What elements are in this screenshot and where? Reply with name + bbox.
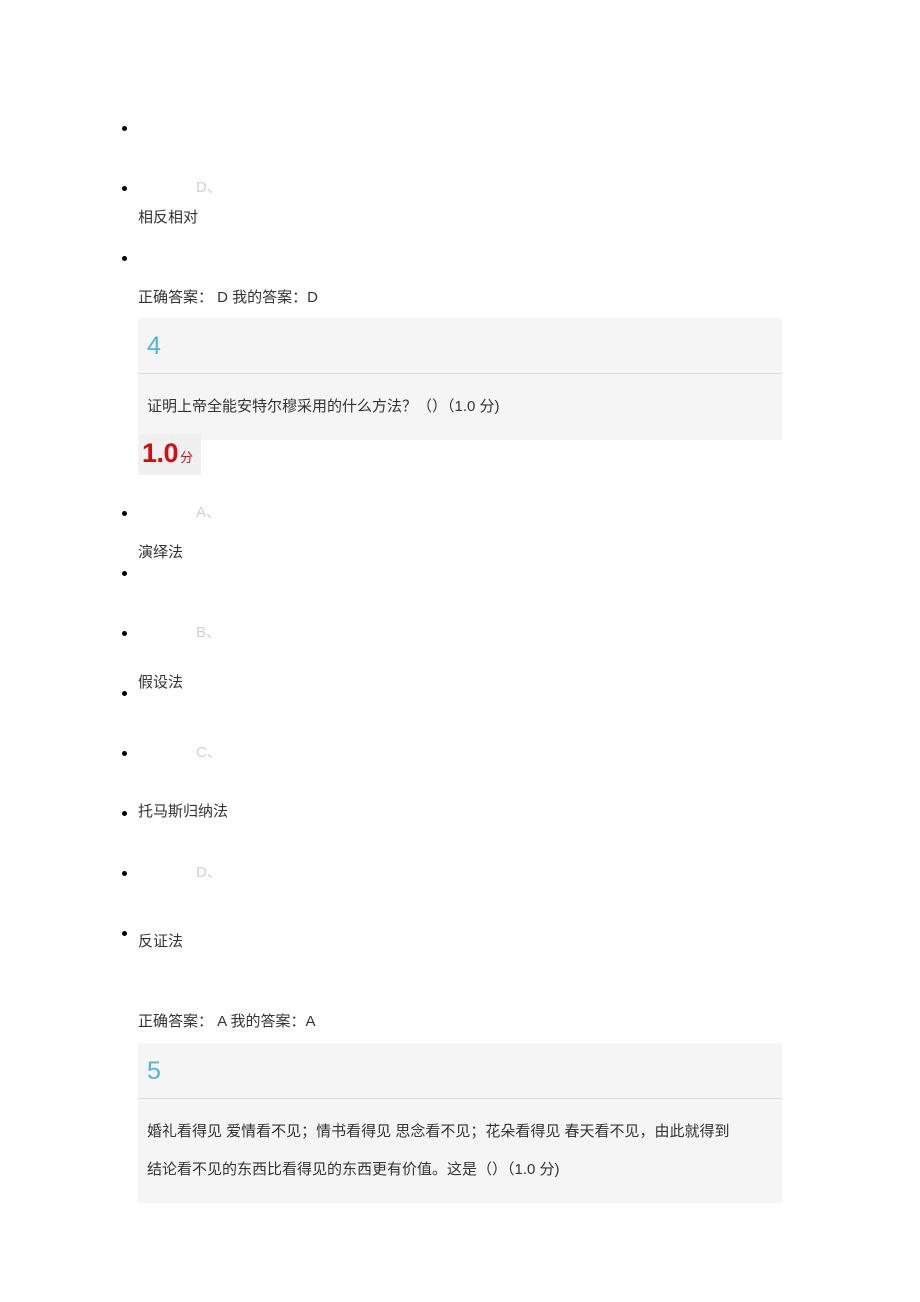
score-unit-4: 分: [180, 450, 194, 465]
option-row-a[interactable]: A、: [0, 483, 920, 543]
question-text-4: 证明上帝全能安特尔穆采用的什么方法？（）（1.0 分): [147, 398, 500, 415]
option-text-d2: 反证法: [138, 933, 184, 950]
score-value-4: 1.0: [142, 438, 179, 468]
option-row-b[interactable]: B、: [0, 603, 920, 663]
previous-question-answer-bullet-list: [0, 228, 920, 288]
question-text-5-line-2: 结论看不见的东西比看得见的东西更有价值。这是（）（1.0 分): [147, 1161, 560, 1178]
question-number-5: 5: [138, 1043, 782, 1099]
option-letter-d2: D、: [196, 864, 222, 881]
question-4-answer-line: 正确答案： A 我的答案：A: [138, 1013, 316, 1030]
option-spacer-row-b: [0, 663, 920, 723]
question-text-5: 婚礼看得见 爱情看不见；情书看得见 思念看不见；花朵看得见 春天看不见，由此就得…: [138, 1099, 782, 1203]
option-spacer-row: [0, 98, 920, 158]
question-panel-4: 4 证明上帝全能安特尔穆采用的什么方法？（）（1.0 分): [138, 318, 782, 440]
quiz-review-page: D、 相反相对 正确答案： D 我的答案：D 4 证明上帝全能安特尔穆采用的什么…: [0, 0, 920, 1302]
question-text-5-line-1: 婚礼看得见 爱情看不见；情书看得见 思念看不见；花朵看得见 春天看不见，由此就得…: [147, 1123, 730, 1140]
option-row-d2[interactable]: D、: [0, 843, 920, 903]
question-panel-5: 5 婚礼看得见 爱情看不见；情书看得见 思念看不见；花朵看得见 春天看不见，由此…: [138, 1043, 782, 1203]
option-row-c[interactable]: C、: [0, 723, 920, 783]
score-badge-4: 1.0 分: [138, 434, 202, 475]
option-text-a: 演绎法: [138, 544, 184, 561]
option-text-c: 托马斯归纳法: [138, 803, 229, 820]
option-letter-b: B、: [196, 624, 222, 641]
question-number-4: 4: [138, 318, 782, 374]
answer-bullet-row: [0, 228, 920, 288]
option-text-d: 相反相对: [138, 209, 199, 226]
option-letter-a: A、: [196, 504, 222, 521]
option-letter-c: C、: [196, 744, 222, 761]
previous-question-option-list: D、: [0, 98, 920, 218]
option-text-b: 假设法: [138, 674, 184, 691]
previous-question-answer-line: 正确答案： D 我的答案：D: [138, 289, 319, 306]
option-letter-d: D、: [196, 179, 222, 196]
